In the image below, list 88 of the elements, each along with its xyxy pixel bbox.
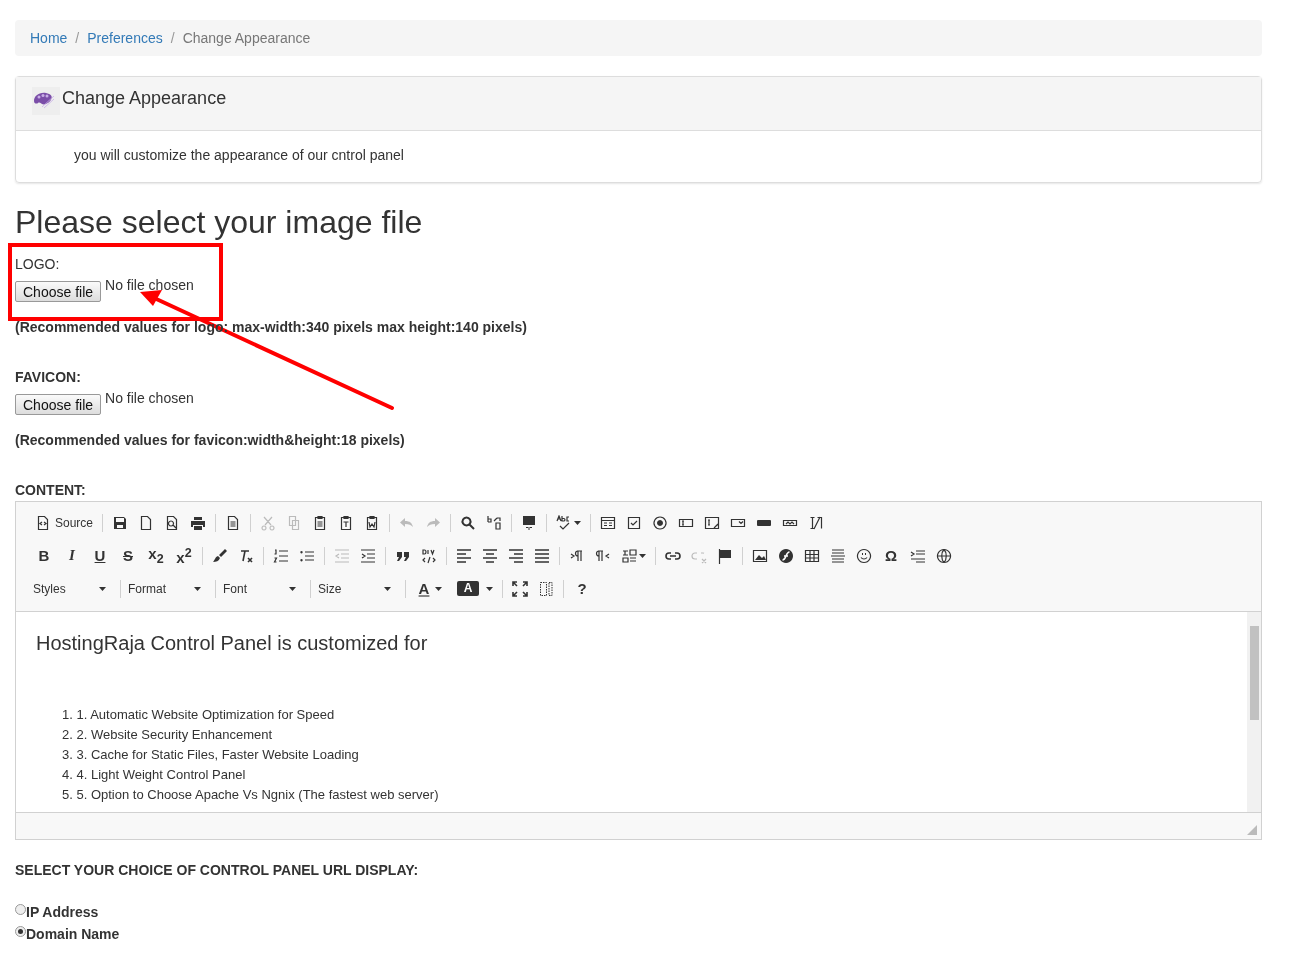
scrollbar[interactable]	[1247, 612, 1261, 813]
right-to-left-icon	[595, 547, 611, 564]
field-label: FAVICON:	[15, 369, 82, 386]
caret-icon	[289, 586, 296, 591]
caret-icon	[194, 586, 201, 591]
page-heading: Please select your image file	[15, 205, 424, 241]
save-icon	[112, 514, 129, 531]
outdent-icon	[334, 547, 350, 564]
toolbar-button[interactable]: S	[114, 544, 142, 567]
checkbox-icon	[626, 514, 643, 531]
panel-title: Change Appearance	[62, 88, 227, 109]
div-icon	[421, 547, 437, 564]
choose-file-button[interactable]: Choose file	[15, 281, 102, 303]
panel-text: you will customize the appearance of our cntrol panel	[74, 147, 404, 163]
image-icon	[752, 547, 768, 564]
content-heading: HostingRaja Control Panel is customized for	[36, 632, 429, 656]
maximize-icon	[512, 580, 528, 597]
show-blocks-icon	[538, 580, 554, 597]
language-icon	[621, 547, 637, 564]
toolbar-dropdown[interactable]: Styles	[30, 577, 116, 600]
smiley-icon	[856, 547, 872, 564]
form-icon	[600, 514, 617, 531]
radio-button[interactable]	[15, 903, 26, 915]
print-icon	[190, 514, 207, 531]
list-item: 5. 5. Option to Choose Apache Vs Ngnix (The fastest web server)	[62, 786, 439, 805]
textarea-icon	[704, 514, 721, 531]
left-to-right-icon	[569, 547, 585, 564]
breadcrumb-separator: /	[169, 30, 176, 46]
file-status: No file chosen	[105, 390, 194, 407]
align-left-icon	[456, 547, 472, 564]
source-button[interactable]: Source	[30, 511, 99, 534]
horizontal-line-icon	[830, 547, 846, 564]
flash-icon	[778, 547, 794, 564]
radio-label[interactable]: IP Address	[26, 904, 99, 921]
palette-icon	[34, 92, 55, 109]
resize-handle-icon[interactable]	[1247, 825, 1257, 836]
toolbar-dropdown[interactable]: Font	[220, 577, 306, 600]
breadcrumb-link[interactable]: Preferences	[87, 30, 163, 46]
toolbar-dropdown[interactable]: Size	[315, 577, 401, 600]
globe-icon	[936, 547, 952, 564]
table-icon	[804, 547, 820, 564]
radio-button-icon	[652, 514, 669, 531]
section-label: SELECT YOUR CHOICE OF CONTROL PANEL URL DISPLAY:	[15, 862, 420, 879]
source-icon	[35, 514, 51, 531]
toolbar-button[interactable]: B	[30, 544, 58, 567]
flag-icon	[717, 547, 733, 564]
toolbar-button[interactable]: x$_{2}$	[142, 544, 170, 567]
recommendation-note: (Recommended values for favicon:width&height:18 pixels)	[15, 432, 405, 449]
align-center-icon	[482, 547, 498, 564]
caret-icon	[99, 586, 106, 591]
page-break-icon	[910, 547, 926, 564]
caret-icon	[639, 553, 646, 558]
toolbar-dropdown[interactable]: Format	[125, 577, 211, 600]
list-item: 1. 1. Automatic Website Optimization for Speed	[62, 706, 335, 725]
search-icon	[460, 514, 477, 531]
radio-label[interactable]: Domain Name	[26, 926, 120, 943]
brush-icon	[212, 547, 228, 564]
list-item: 2. 2. Website Security Enhancement	[62, 726, 273, 745]
remove-format-icon	[238, 547, 254, 564]
justify-icon	[534, 547, 550, 564]
list-item: 3. 3. Cache for Static Files, Faster Website Loading	[62, 746, 359, 765]
breadcrumb-link[interactable]: Home	[30, 30, 68, 46]
indent-icon	[360, 547, 376, 564]
field-label: LOGO:	[15, 256, 61, 273]
toolbar-button[interactable]: x$^{2}$	[170, 544, 198, 567]
numbered-list-icon	[273, 547, 289, 564]
caret-icon	[574, 520, 582, 525]
toolbar-button[interactable]: A	[447, 577, 498, 600]
hidden-field-icon	[808, 514, 825, 531]
toolbar-button[interactable]: U	[86, 544, 114, 567]
replace-icon	[486, 514, 503, 531]
caret-icon	[384, 586, 391, 591]
toolbar-button[interactable]: A	[410, 577, 447, 600]
caret-icon	[486, 586, 493, 591]
radio-button[interactable]	[15, 925, 26, 937]
cut-icon	[260, 514, 277, 531]
toolbar-button[interactable]: Ω	[877, 544, 905, 567]
align-right-icon	[508, 547, 524, 564]
caret-icon	[435, 586, 442, 591]
toolbar-button[interactable]: ?	[568, 577, 596, 600]
breadcrumb-current: Change Appearance	[182, 30, 311, 46]
choose-file-button[interactable]: Choose file	[15, 394, 102, 416]
scrollbar-thumb[interactable]	[1249, 626, 1259, 721]
list-item: 4. 4. Light Weight Control Panel	[62, 766, 246, 785]
breadcrumb-separator: /	[74, 30, 81, 46]
field-label: CONTENT:	[15, 482, 87, 499]
file-status: No file chosen	[105, 277, 194, 294]
toolbar-button[interactable]: I	[58, 544, 86, 567]
